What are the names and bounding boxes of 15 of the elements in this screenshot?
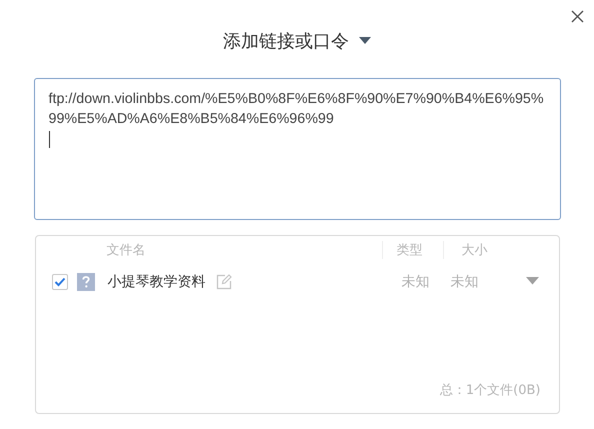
file-summary: 总：1个文件(0B) <box>440 382 540 399</box>
file-type: 未知 <box>402 273 430 291</box>
checkbox[interactable] <box>52 274 68 290</box>
column-header[interactable]: 类型 <box>382 241 442 259</box>
dropdown-caret-icon[interactable] <box>359 37 371 45</box>
file-size: 未知 <box>450 273 478 291</box>
expand-caret-icon[interactable] <box>526 277 538 285</box>
column-header[interactable]: 文件名 <box>106 241 382 259</box>
unknown-file-icon <box>76 273 94 291</box>
text-cursor <box>48 131 50 148</box>
dialog-title: 添加链接或口令 <box>223 30 349 53</box>
file-name: 小提琴教学资料 <box>108 273 206 291</box>
column-header[interactable]: 大小 <box>442 241 488 259</box>
close-icon[interactable] <box>571 10 584 23</box>
link-input-field[interactable]: ftp://down.violinbbs.com/%E5%B0%8F%E6%8F%90%E7%90%B4%E6%95%99%E5%AD%A6%E8%B5%84%E6%96%99 <box>34 78 560 220</box>
